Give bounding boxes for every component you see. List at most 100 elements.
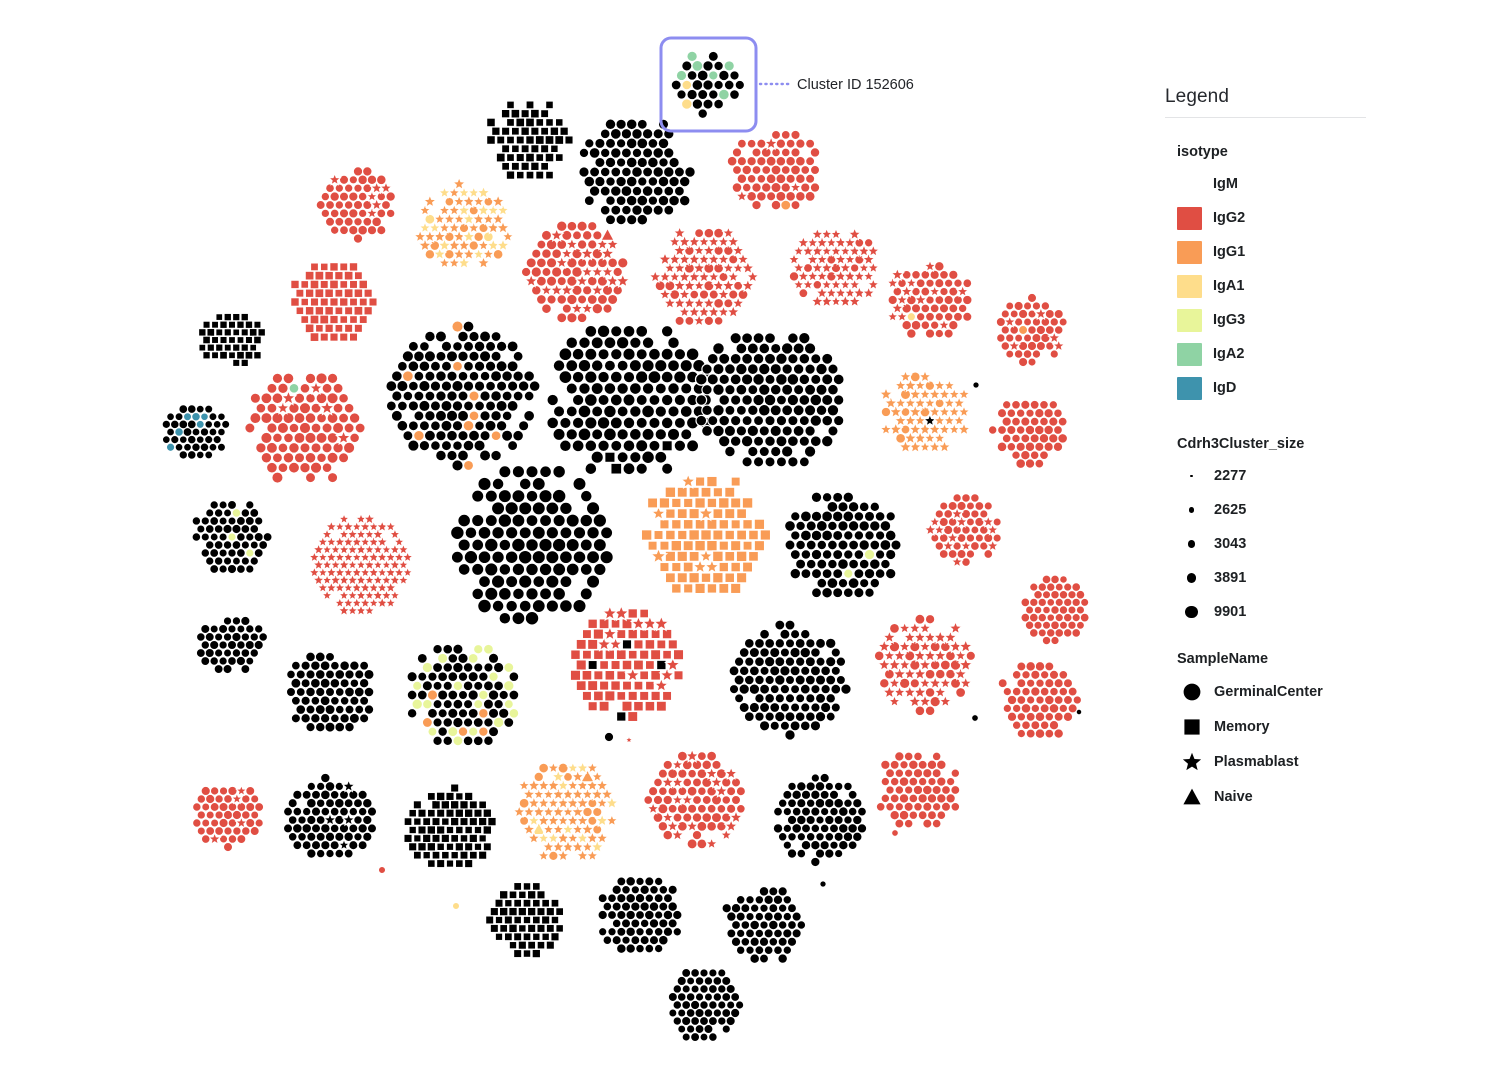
cluster-point[interactable] <box>953 278 963 288</box>
cluster-point[interactable] <box>803 445 817 458</box>
cluster-point[interactable] <box>338 412 350 424</box>
cluster-point[interactable] <box>679 358 694 373</box>
cluster-point[interactable] <box>240 358 249 367</box>
cluster-point[interactable] <box>513 882 523 891</box>
cluster-point[interactable] <box>339 713 350 724</box>
cluster-point[interactable] <box>561 229 573 241</box>
cluster-point[interactable] <box>780 383 794 396</box>
cluster-point[interactable] <box>319 279 329 289</box>
cluster-point[interactable] <box>240 664 251 674</box>
cluster-point[interactable] <box>217 427 226 437</box>
cluster-point[interactable] <box>847 806 858 817</box>
cluster-point[interactable] <box>833 797 845 809</box>
cluster-point[interactable] <box>432 717 443 728</box>
cluster-point[interactable] <box>552 513 567 528</box>
cluster-point[interactable] <box>843 549 854 560</box>
cluster-point[interactable] <box>787 353 799 365</box>
cluster-point[interactable] <box>676 529 688 541</box>
cluster-point[interactable] <box>300 660 311 671</box>
cluster-point[interactable] <box>660 347 674 361</box>
cluster-point[interactable] <box>769 720 780 731</box>
cluster-point[interactable] <box>1009 309 1019 319</box>
cluster-point[interactable] <box>531 285 542 296</box>
cluster-point[interactable] <box>729 352 742 365</box>
cluster-point[interactable] <box>691 313 707 327</box>
cluster-point[interactable] <box>1053 711 1064 722</box>
cluster-point[interactable] <box>718 69 730 82</box>
cluster-point[interactable] <box>970 525 980 535</box>
cluster-point[interactable] <box>556 276 567 287</box>
cluster-point[interactable] <box>752 352 765 365</box>
cluster-point[interactable] <box>884 567 897 580</box>
cluster-point[interactable] <box>736 156 747 167</box>
cluster-point[interactable] <box>1024 441 1036 453</box>
cluster-point[interactable] <box>235 516 246 526</box>
cluster-point[interactable] <box>826 271 837 282</box>
cluster-point[interactable] <box>200 785 211 797</box>
cluster-point[interactable] <box>572 230 582 241</box>
cluster-point[interactable] <box>961 493 971 503</box>
cluster-point[interactable] <box>576 220 588 232</box>
cluster-point[interactable] <box>740 434 754 448</box>
cluster-point[interactable] <box>763 352 777 365</box>
cluster-point[interactable] <box>691 812 703 823</box>
cluster-point[interactable] <box>723 363 736 376</box>
cluster-point[interactable] <box>1016 425 1026 435</box>
cluster-point[interactable] <box>587 815 598 826</box>
cluster-point[interactable] <box>544 549 560 565</box>
cluster-point[interactable] <box>718 518 730 530</box>
cluster-point[interactable] <box>1034 661 1046 672</box>
cluster-point[interactable] <box>770 342 782 355</box>
cluster-point[interactable] <box>348 840 359 851</box>
cluster-point[interactable] <box>271 471 284 484</box>
cluster-point[interactable] <box>908 759 919 771</box>
cluster-point[interactable] <box>733 280 744 291</box>
cluster-point[interactable] <box>456 255 472 270</box>
cluster-point[interactable] <box>587 701 598 712</box>
cluster-point[interactable] <box>200 640 210 650</box>
cluster-point[interactable] <box>809 665 822 677</box>
cluster-point[interactable] <box>408 809 417 818</box>
cluster-point[interactable] <box>1051 338 1066 353</box>
cluster-point[interactable] <box>948 286 959 297</box>
cluster-point[interactable] <box>666 336 681 350</box>
cluster-point[interactable] <box>572 525 587 540</box>
cluster-point[interactable] <box>908 776 919 787</box>
cluster-point[interactable] <box>536 940 546 950</box>
cluster-point[interactable] <box>936 776 947 787</box>
cluster-point[interactable] <box>738 665 750 677</box>
cluster-point[interactable] <box>657 175 670 188</box>
cluster-point[interactable] <box>407 360 420 373</box>
cluster-point[interactable] <box>349 297 358 307</box>
cluster-point[interactable] <box>748 683 761 695</box>
cluster-point[interactable] <box>380 558 393 570</box>
cluster-point[interactable] <box>676 89 687 100</box>
cluster-point[interactable] <box>478 671 489 682</box>
cluster-point[interactable] <box>538 587 553 601</box>
cluster-point[interactable] <box>260 431 273 445</box>
cluster-point[interactable] <box>380 543 393 555</box>
cluster-point[interactable] <box>681 759 693 771</box>
cluster-group[interactable] <box>486 100 574 180</box>
cluster-point[interactable] <box>498 464 512 479</box>
cluster-point[interactable] <box>320 208 330 218</box>
cluster-point[interactable] <box>556 239 568 250</box>
cluster-point[interactable] <box>205 508 215 518</box>
cluster-point[interactable] <box>832 394 845 406</box>
cluster-point[interactable] <box>427 859 436 868</box>
cluster-point[interactable] <box>782 807 792 817</box>
cluster-point[interactable] <box>413 817 422 826</box>
cluster-point[interactable] <box>599 660 610 670</box>
cluster-point[interactable] <box>616 427 630 441</box>
cluster-point[interactable] <box>775 456 788 468</box>
cluster-point[interactable] <box>800 568 812 580</box>
cluster-point[interactable] <box>467 671 479 683</box>
cluster-point[interactable] <box>701 776 713 789</box>
cluster-point[interactable] <box>309 461 323 475</box>
cluster-point[interactable] <box>681 1000 692 1010</box>
cluster-point[interactable] <box>641 147 654 159</box>
cluster-point[interactable] <box>906 312 916 322</box>
cluster-point[interactable] <box>847 293 862 308</box>
cluster-point[interactable] <box>505 170 516 180</box>
cluster-point[interactable] <box>555 220 568 233</box>
